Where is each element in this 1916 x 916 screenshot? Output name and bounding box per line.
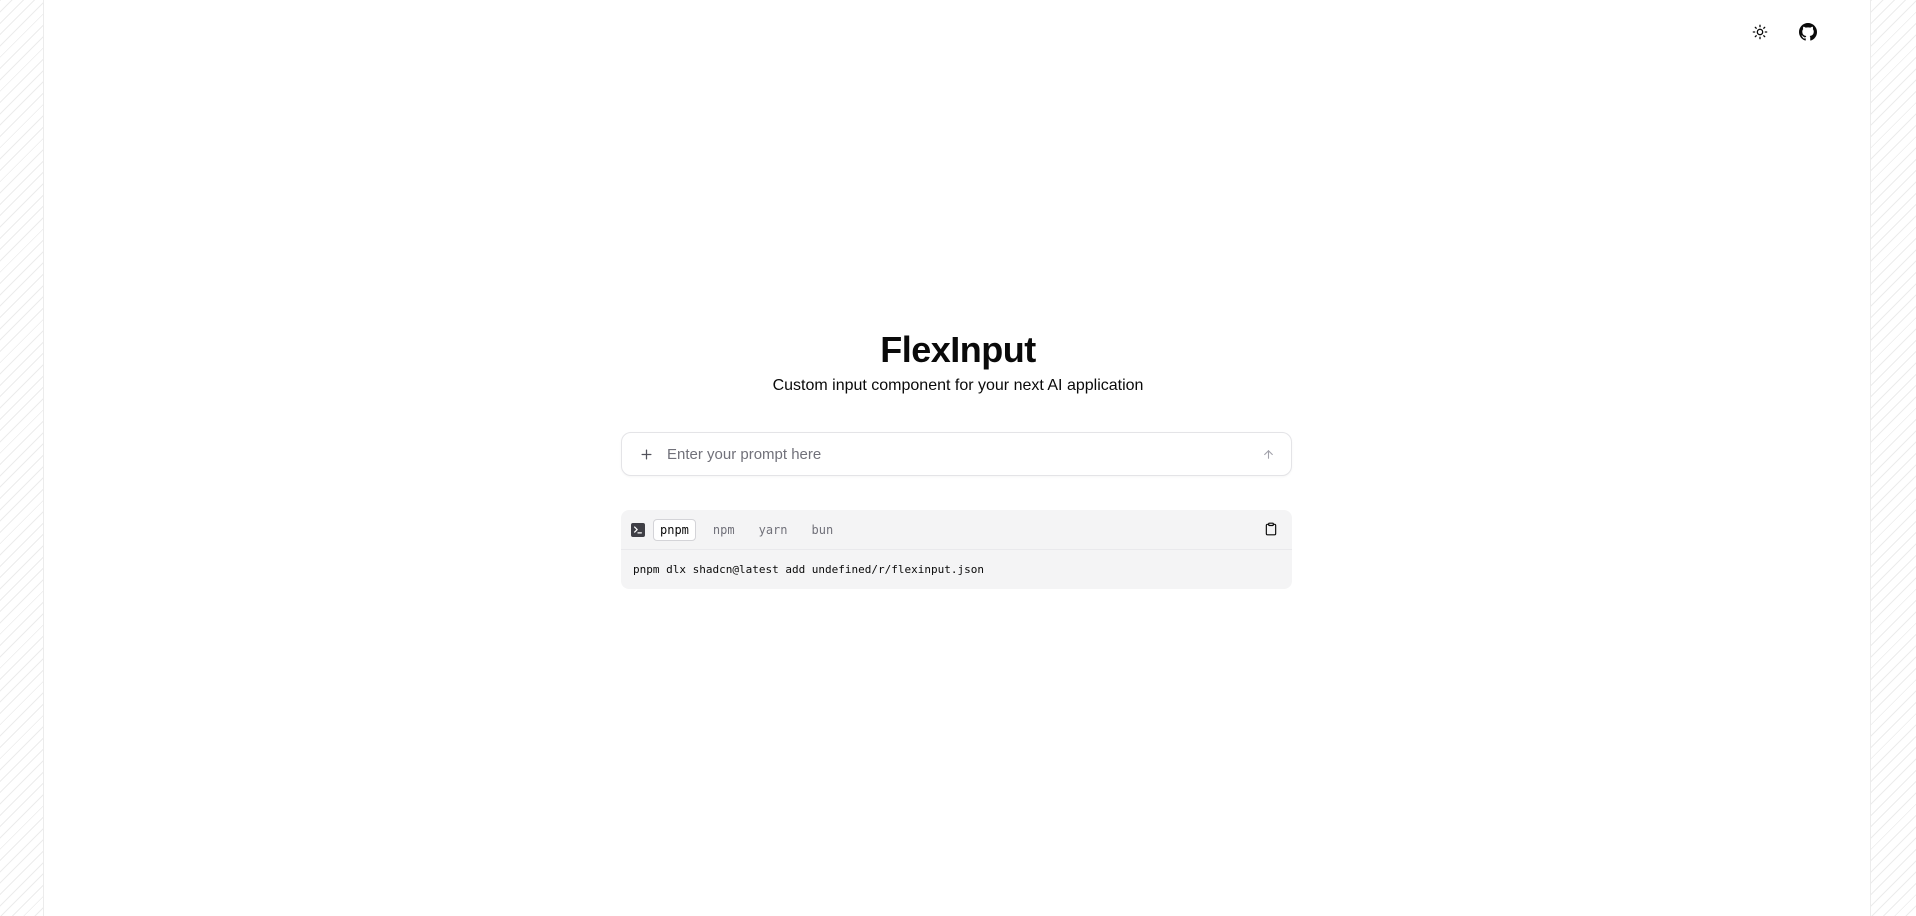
tab-npm[interactable]: npm [706,519,742,541]
terminal-icon [631,522,645,537]
attach-button[interactable] [636,444,656,464]
tab-yarn[interactable]: yarn [752,519,795,541]
prompt-input-box [621,432,1292,476]
tab-bun[interactable]: bun [805,519,841,541]
tab-pnpm[interactable]: pnpm [653,518,696,541]
sun-icon [1752,24,1768,40]
clipboard-icon [1265,522,1277,536]
package-manager-tabs: pnpm npm yarn bun [653,518,841,541]
theme-toggle-button[interactable] [1744,16,1776,48]
left-hatch-border [0,0,44,916]
install-command: pnpm dlx shadcn@latest add undefined/r/f… [633,563,984,576]
send-button[interactable] [1258,444,1278,464]
top-bar [1744,16,1824,48]
package-manager-bar: pnpm npm yarn bun [621,510,1292,550]
github-link-button[interactable] [1792,16,1824,48]
copy-button[interactable] [1262,520,1280,538]
plus-icon [641,449,651,459]
hero: FlexInput Custom input component for you… [0,327,1916,397]
install-command-block: pnpm npm yarn bun pnpm dlx shadcn@latest… [621,510,1292,589]
prompt-input[interactable] [665,438,1258,470]
github-icon [1799,23,1817,41]
page: FlexInput Custom input component for you… [0,0,1916,916]
arrow-up-icon [1263,449,1273,459]
page-subtitle: Custom input component for your next AI … [772,377,1144,394]
page-title: FlexInput [880,329,1036,370]
right-hatch-border [1870,0,1916,916]
